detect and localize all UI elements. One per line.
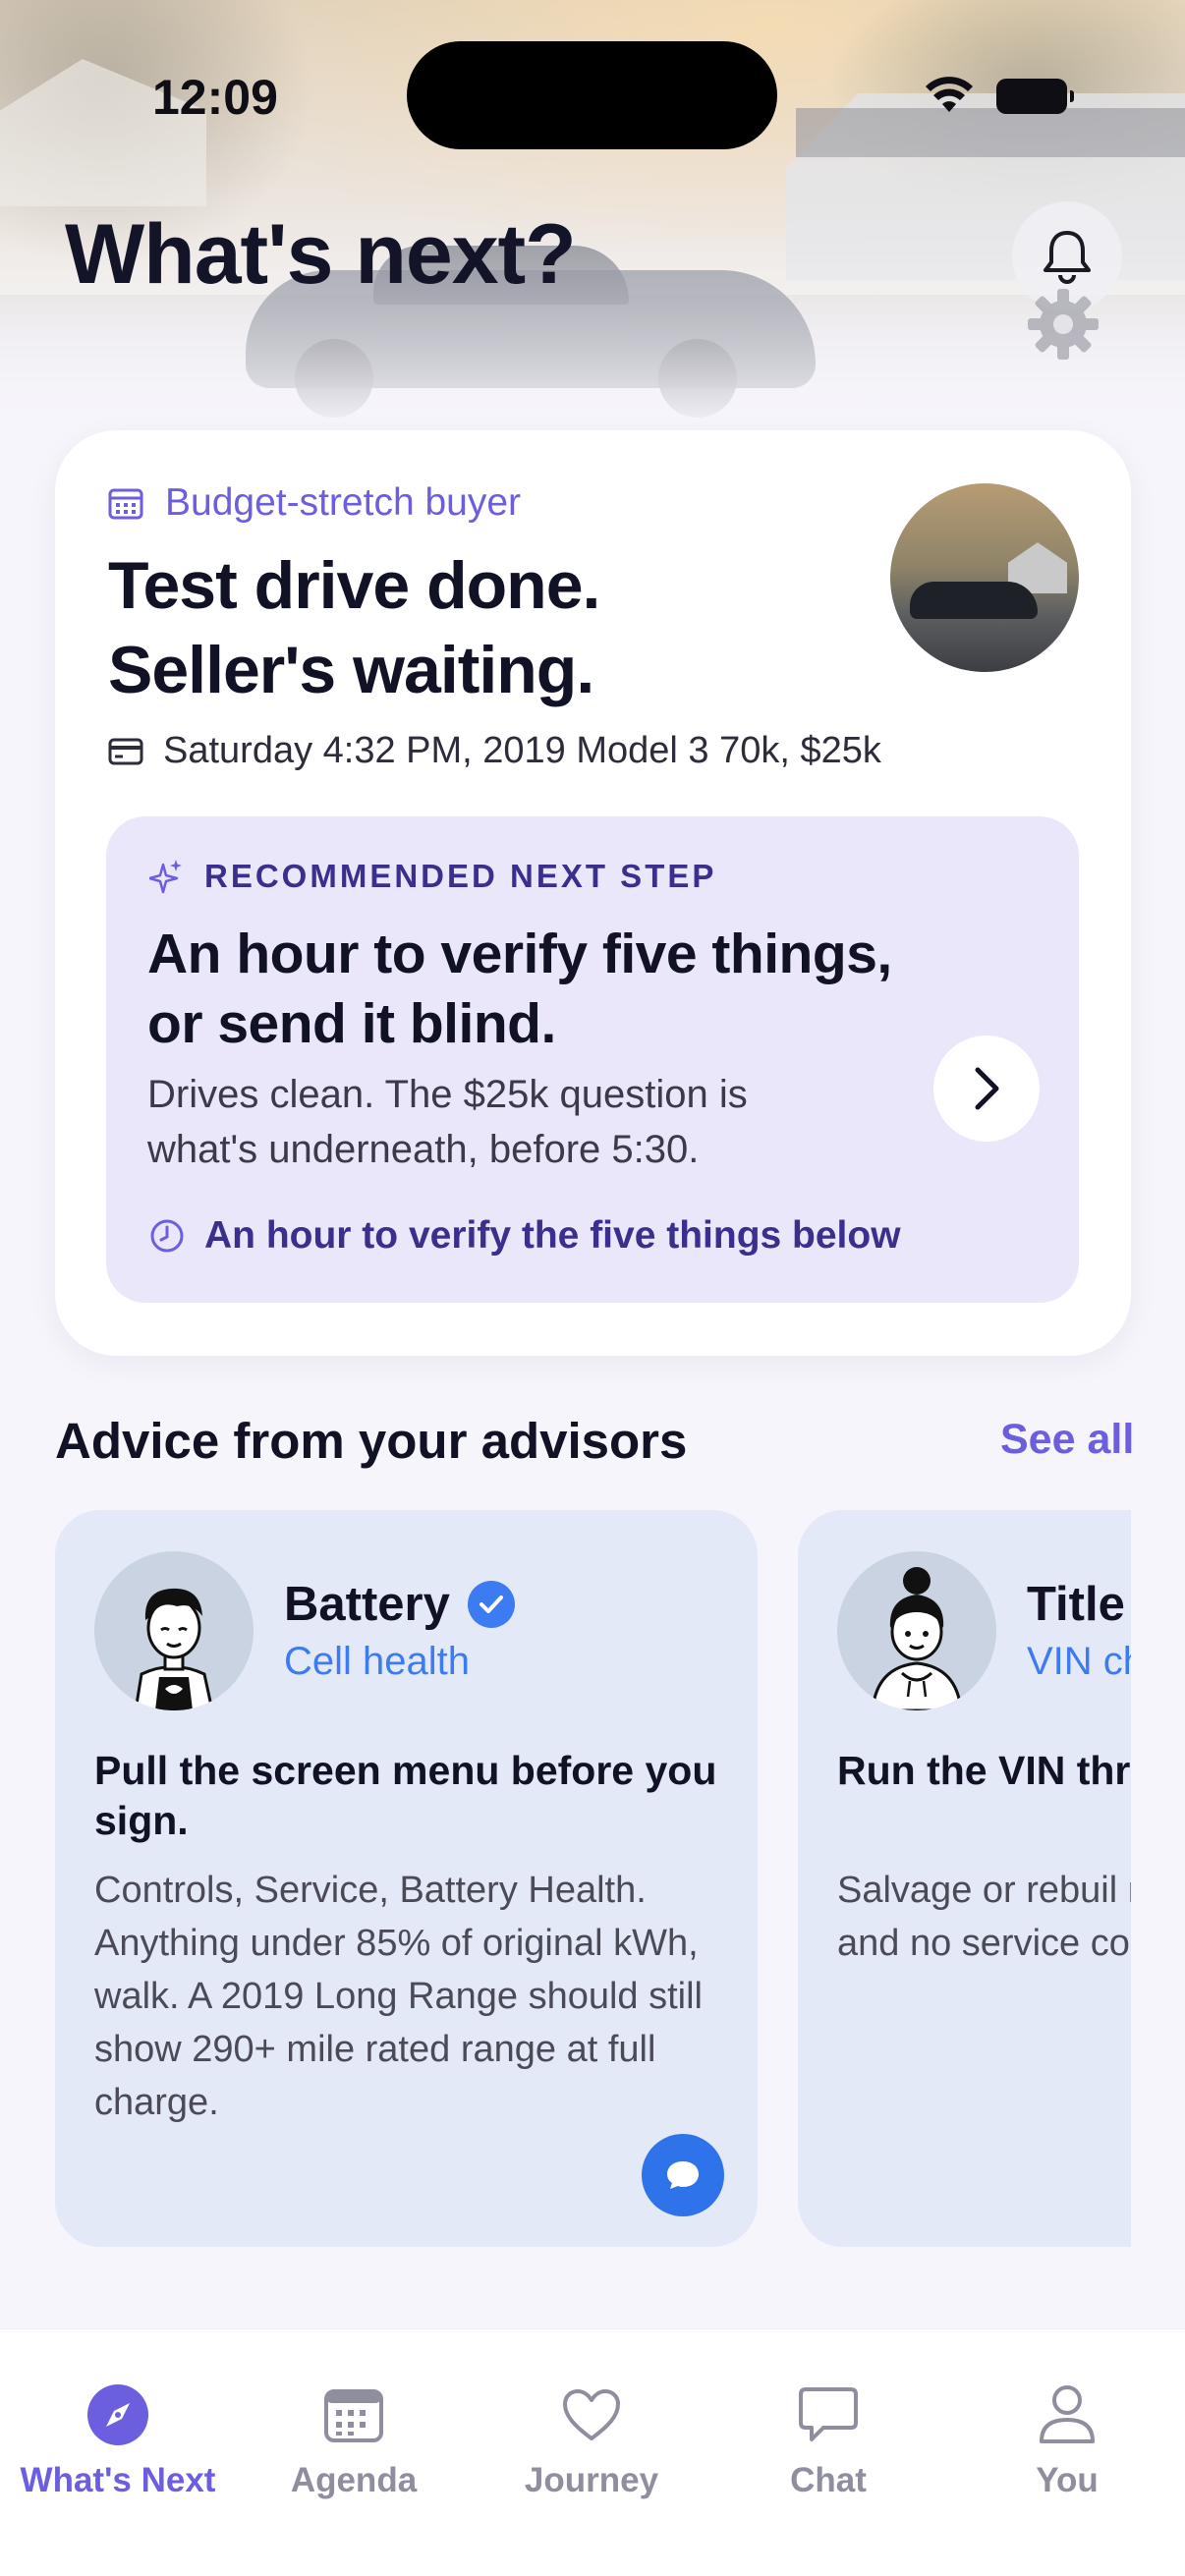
bell-icon bbox=[1044, 231, 1091, 284]
listing-meta-text: Saturday 4:32 PM, 2019 Model 3 70k, $25k bbox=[163, 730, 881, 771]
tab-agenda[interactable]: Agenda bbox=[236, 2380, 472, 2518]
recommended-label-text: RECOMMENDED NEXT STEP bbox=[204, 858, 717, 894]
advisors-section-title: Advice from your advisors bbox=[55, 1413, 688, 1469]
advisor-role: VIN ch bbox=[1027, 1640, 1131, 1683]
advisor-body: Controls, Service, Battery Health. Anyth… bbox=[94, 1870, 703, 2123]
recommended-step-panel[interactable]: RECOMMENDED NEXT STEP An hour to verify … bbox=[106, 816, 1079, 1303]
wifi-icon bbox=[926, 76, 973, 112]
advisor-headline: Run the VIN thr owner-history bbox=[837, 1748, 1131, 1793]
chat-bubble-icon bbox=[794, 2380, 863, 2449]
tab-you[interactable]: You bbox=[949, 2380, 1185, 2518]
calendar-icon bbox=[108, 488, 143, 520]
tab-label: What's Next bbox=[20, 2461, 216, 2499]
persona-tag: Budget-stretch buyer bbox=[108, 481, 521, 525]
page-title: What's next? bbox=[65, 207, 577, 302]
advisor-name-text: Title bbox=[1027, 1578, 1125, 1631]
advisor-card[interactable]: Battery Cell health Pull the screen menu… bbox=[55, 1510, 758, 2247]
tab-whats-next[interactable]: What's Next bbox=[0, 2380, 236, 2518]
recommended-time-estimate: An hour to verify the five things below bbox=[149, 1214, 901, 1258]
tab-label: Agenda bbox=[290, 2461, 418, 2499]
tab-label: Chat bbox=[790, 2461, 867, 2499]
recommended-label: RECOMMENDED NEXT STEP bbox=[149, 858, 716, 895]
advisor-body: Salvage or rebuil means no Superc and no… bbox=[837, 1870, 1131, 1964]
battery-icon bbox=[996, 78, 1074, 114]
advisor-card[interactable]: Title VIN ch Run the VIN thr owner-histo… bbox=[798, 1510, 1131, 2247]
recommended-next-button[interactable] bbox=[933, 1036, 1040, 1142]
recommended-title: An hour to verify five things, or send i… bbox=[147, 923, 892, 1055]
advisor-carousel[interactable]: Battery Cell health Pull the screen menu… bbox=[55, 1510, 1131, 2247]
calendar-icon bbox=[319, 2380, 388, 2449]
status-icons bbox=[924, 74, 1081, 118]
advisor-avatar bbox=[837, 1551, 996, 1710]
dynamic-island bbox=[407, 41, 777, 149]
verified-badge-icon bbox=[467, 1581, 515, 1628]
tab-label: You bbox=[1036, 2461, 1099, 2499]
advisor-headline: Pull the screen menu before you sign. bbox=[94, 1748, 717, 1843]
tab-label: Journey bbox=[524, 2461, 659, 2499]
advisor-role: Cell health bbox=[284, 1640, 471, 1683]
advisor-avatar bbox=[94, 1551, 254, 1710]
person-icon bbox=[1033, 2380, 1101, 2449]
card-title-line: Seller's waiting. bbox=[108, 633, 594, 707]
advisor-illustration-man bbox=[134, 1588, 214, 1710]
tab-chat[interactable]: Chat bbox=[710, 2380, 946, 2518]
sparkle-icon bbox=[149, 860, 182, 894]
gear-icon[interactable] bbox=[1024, 285, 1102, 364]
advisor-name-text: Battery bbox=[284, 1578, 450, 1631]
listing-meta: Saturday 4:32 PM, 2019 Model 3 70k, $25k bbox=[108, 730, 881, 772]
advisor-chat-button[interactable] bbox=[642, 2134, 724, 2216]
card-title-line: Test drive done. bbox=[108, 548, 600, 623]
chevron-right-icon bbox=[975, 1067, 999, 1110]
recommended-description: Drives clean. The $25k question is what'… bbox=[147, 1073, 748, 1171]
clock-icon bbox=[150, 1219, 184, 1253]
recommended-footer-text: An hour to verify the five things below bbox=[204, 1214, 901, 1257]
tab-journey[interactable]: Journey bbox=[474, 2380, 709, 2518]
chat-bubble-icon bbox=[667, 2161, 699, 2189]
photo-car bbox=[910, 582, 1038, 619]
compass-icon bbox=[84, 2380, 152, 2449]
credit-card-icon bbox=[108, 738, 143, 764]
next-step-card[interactable]: Budget-stretch buyer Test drive done. Se… bbox=[55, 430, 1131, 1356]
status-time: 12:09 bbox=[152, 70, 278, 125]
tab-bar: What's Next Agenda Journey Chat You bbox=[0, 2328, 1185, 2576]
card-title: Test drive done. Seller's waiting. bbox=[108, 543, 855, 712]
persona-label: Budget-stretch buyer bbox=[165, 481, 522, 524]
heart-icon bbox=[557, 2380, 626, 2449]
advisor-name: Title bbox=[1027, 1577, 1125, 1632]
see-all-link[interactable]: See all bbox=[1000, 1416, 1134, 1464]
advisor-illustration-woman bbox=[871, 1567, 963, 1710]
car-photo-avatar bbox=[890, 483, 1079, 672]
advisor-name: Battery bbox=[284, 1577, 515, 1632]
